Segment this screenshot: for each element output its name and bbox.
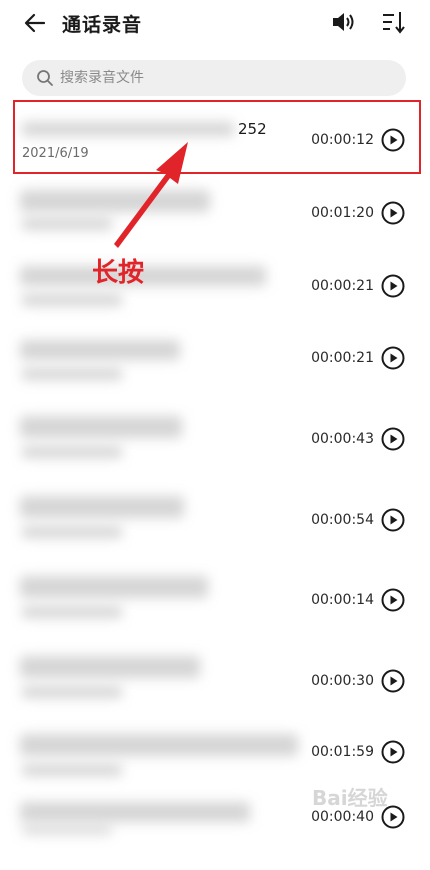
watermark: Bai经验	[312, 786, 388, 810]
search-input[interactable]	[60, 60, 390, 96]
blurred-date	[22, 606, 122, 618]
recording-duration: 00:00:21	[311, 278, 374, 294]
blurred-name	[20, 416, 182, 438]
list-item[interactable]: 00:00:14	[0, 562, 430, 642]
recording-duration: 00:00:30	[311, 673, 374, 689]
blurred-name	[20, 340, 180, 360]
app-header: 通话录音	[0, 0, 430, 48]
highlight-box	[13, 100, 421, 174]
list-item[interactable]: 00:00:43	[0, 400, 430, 480]
recording-duration: 00:01:20	[311, 205, 374, 221]
recording-duration: 00:00:40	[311, 809, 374, 825]
search-bar[interactable]	[22, 60, 406, 96]
recording-duration: 00:00:21	[311, 350, 374, 366]
play-icon[interactable]	[381, 508, 405, 532]
blurred-date	[22, 686, 122, 698]
list-item[interactable]: 00:00:54	[0, 480, 430, 560]
blurred-date	[22, 446, 122, 458]
list-item[interactable]: 00:00:21	[0, 322, 430, 402]
blurred-date	[22, 764, 122, 776]
play-icon[interactable]	[381, 588, 405, 612]
search-icon	[37, 70, 53, 86]
blurred-name	[20, 802, 250, 822]
sort-icon[interactable]	[380, 9, 406, 35]
play-icon[interactable]	[381, 274, 405, 298]
play-icon[interactable]	[381, 346, 405, 370]
arrow-icon	[114, 142, 188, 248]
blurred-name	[20, 734, 298, 756]
list-item[interactable]: 00:01:20	[0, 172, 430, 252]
blurred-date	[22, 368, 122, 380]
play-icon[interactable]	[381, 427, 405, 451]
play-icon[interactable]	[381, 669, 405, 693]
recording-duration: 00:01:59	[311, 744, 374, 760]
blurred-date	[22, 826, 112, 834]
list-item[interactable]: 00:00:21	[0, 248, 430, 328]
play-icon[interactable]	[381, 201, 405, 225]
blurred-name	[20, 656, 200, 678]
back-arrow-icon[interactable]	[22, 10, 48, 36]
blurred-name	[20, 496, 184, 518]
page-title: 通话录音	[62, 14, 143, 36]
play-icon[interactable]	[381, 740, 405, 764]
recording-duration: 00:00:43	[311, 431, 374, 447]
blurred-date	[22, 218, 112, 230]
speaker-icon[interactable]	[330, 9, 358, 35]
list-item[interactable]: 00:00:30	[0, 642, 430, 722]
recording-duration: 00:00:14	[311, 592, 374, 608]
recording-duration: 00:00:54	[311, 512, 374, 528]
annotation-label: 长按	[92, 258, 145, 288]
blurred-name	[20, 576, 208, 598]
blurred-date	[22, 526, 122, 538]
blurred-date	[22, 294, 122, 306]
